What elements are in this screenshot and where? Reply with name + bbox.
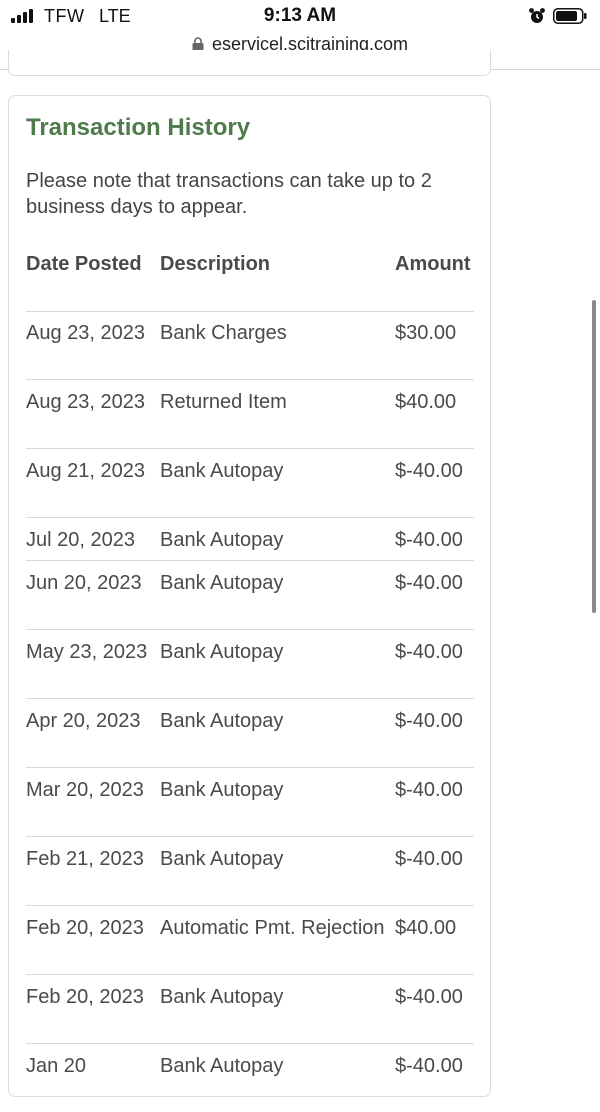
row-date: May 23, 2023: [26, 641, 148, 663]
row-amount: $30.00: [395, 322, 457, 344]
row-description: Bank Autopay: [160, 848, 284, 870]
row-description: Bank Autopay: [160, 572, 284, 594]
row-description: Bank Autopay: [160, 986, 284, 1008]
row-amount: $-40.00: [395, 460, 463, 482]
table-row: Apr 20, 2023 Bank Autopay $-40.00: [26, 699, 474, 768]
row-date: Feb 20, 2023: [26, 986, 144, 1008]
row-amount: $-40.00: [395, 529, 463, 551]
table-row: Mar 20, 2023 Bank Autopay $-40.00: [26, 768, 474, 837]
row-date: Feb 20, 2023: [26, 917, 144, 939]
row-description: Bank Autopay: [160, 1055, 284, 1077]
previous-card: [8, 50, 491, 76]
alarm-icon: [529, 8, 545, 23]
row-description: Bank Autopay: [160, 779, 284, 801]
status-bar: TFW LTE 9:13 AM: [0, 0, 600, 34]
transaction-history-title: Transaction History: [26, 114, 251, 141]
status-time: 9:13 AM: [263, 5, 337, 26]
table-row: May 23, 2023 Bank Autopay $-40.00: [26, 630, 474, 699]
column-header-amount: Amount: [395, 253, 471, 275]
row-amount: $-40.00: [395, 641, 463, 663]
transaction-note: Please note that transactions can take u…: [26, 170, 432, 218]
table-row: Aug 23, 2023 Bank Charges $30.00: [26, 311, 474, 380]
column-header-date: Date Posted: [26, 253, 142, 275]
row-description: Bank Autopay: [160, 641, 284, 663]
row-description: Bank Autopay: [160, 460, 284, 482]
row-amount: $-40.00: [395, 986, 463, 1008]
battery-icon: [553, 8, 587, 24]
row-date: Jun 20, 2023: [26, 572, 142, 594]
row-date: Feb 21, 2023: [26, 848, 144, 870]
row-date: Mar 20, 2023: [26, 779, 144, 801]
row-amount: $-40.00: [395, 779, 463, 801]
row-amount: $40.00: [395, 391, 457, 413]
row-description: Automatic Pmt. Rejection: [160, 917, 385, 939]
row-amount: $-40.00: [395, 710, 463, 732]
table-row: Feb 21, 2023 Bank Autopay $-40.00: [26, 837, 474, 906]
row-date: Aug 23, 2023: [26, 391, 145, 413]
row-date: Aug 23, 2023: [26, 322, 145, 344]
row-description: Bank Autopay: [160, 529, 284, 551]
column-header-description: Description: [160, 253, 271, 275]
table-row: Jan 20 Bank Autopay $-40.00: [26, 1044, 474, 1112]
table-row: Aug 21, 2023 Bank Autopay $-40.00: [26, 449, 474, 518]
scrollbar[interactable]: [592, 300, 596, 613]
row-description: Bank Charges: [160, 322, 287, 344]
row-date: Aug 21, 2023: [26, 460, 145, 482]
lock-icon: [192, 37, 204, 51]
table-row: Jul 20, 2023 Bank Autopay $-40.00: [26, 518, 474, 561]
row-date: Apr 20, 2023: [26, 710, 141, 732]
table-row: Jun 20, 2023 Bank Autopay $-40.00: [26, 561, 474, 630]
table-row: Feb 20, 2023 Automatic Pmt. Rejection $4…: [26, 906, 474, 975]
table-row: Feb 20, 2023 Bank Autopay $-40.00: [26, 975, 474, 1044]
row-date: Jan 20: [26, 1055, 87, 1077]
row-amount: $-40.00: [395, 572, 463, 594]
table-row: Aug 23, 2023 Returned Item $40.00: [26, 380, 474, 449]
row-date: Jul 20, 2023: [26, 529, 135, 551]
transaction-history-card: Transaction History Please note that tra…: [8, 95, 491, 1097]
row-description: Returned Item: [160, 391, 287, 413]
row-amount: $-40.00: [395, 848, 463, 870]
row-amount: $40.00: [395, 917, 457, 939]
row-description: Bank Autopay: [160, 710, 284, 732]
row-amount: $-40.00: [395, 1055, 463, 1077]
